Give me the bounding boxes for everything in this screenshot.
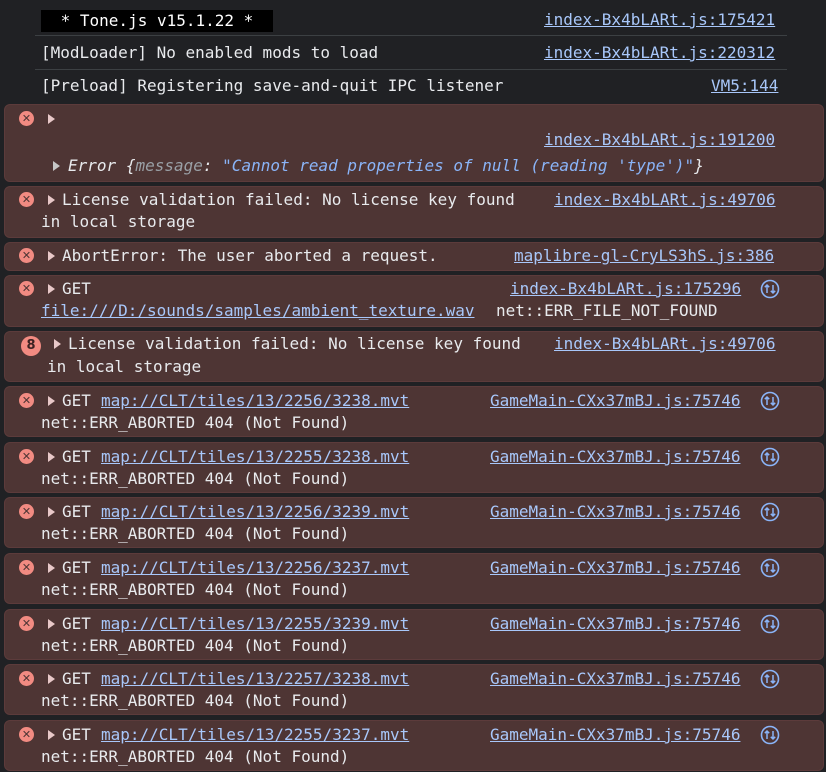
expand-triangle-icon[interactable]	[48, 195, 55, 205]
error-x-icon: ✕	[19, 111, 34, 126]
error-x-icon: ✕	[19, 616, 34, 631]
repeat-count-badge: 8	[21, 336, 41, 356]
log-source-link[interactable]: index-Bx4bLARt.js:49706	[554, 334, 776, 354]
error-message-continued: in local storage	[47, 357, 202, 376]
error-message: License validation failed: No license ke…	[62, 190, 515, 209]
log-source-link[interactable]: index-Bx4bLARt.js:220312	[544, 43, 775, 63]
request-method: GET	[62, 558, 91, 577]
log-source-link[interactable]: GameMain-CXx37mBJ.js:75746	[490, 725, 740, 745]
request-url-link[interactable]: map://CLT/tiles/13/2256/3237.mvt	[101, 558, 409, 578]
request-url-link[interactable]: map://CLT/tiles/13/2255/3239.mvt	[101, 614, 409, 634]
request-status: net::ERR_ABORTED 404 (Not Found)	[41, 469, 350, 488]
log-source-link[interactable]: index-Bx4bLARt.js:191200	[544, 130, 775, 150]
tonejs-banner: * Tone.js v15.1.22 *	[41, 10, 273, 32]
request-status: net::ERR_FILE_NOT_FOUND	[496, 301, 718, 320]
expand-triangle-icon[interactable]	[48, 563, 55, 573]
request-url-link[interactable]: map://CLT/tiles/13/2256/3238.mvt	[101, 391, 409, 411]
expand-triangle-icon[interactable]	[48, 619, 55, 629]
log-source-link[interactable]: GameMain-CXx37mBJ.js:75746	[490, 391, 740, 411]
request-status: net::ERR_ABORTED 404 (Not Found)	[41, 747, 350, 766]
request-status: net::ERR_ABORTED 404 (Not Found)	[41, 580, 350, 599]
request-url-link[interactable]: map://CLT/tiles/13/2256/3239.mvt	[101, 502, 409, 522]
error-x-icon: ✕	[19, 393, 34, 408]
expand-triangle-icon[interactable]	[54, 339, 61, 349]
request-status: net::ERR_ABORTED 404 (Not Found)	[41, 636, 350, 655]
colon: :	[202, 156, 213, 175]
brace: }	[694, 156, 704, 175]
log-source-link[interactable]: maplibre-gl-CryLS3hS.js:386	[514, 246, 774, 266]
request-status: net::ERR_ABORTED 404 (Not Found)	[41, 413, 350, 432]
error-x-icon: ✕	[19, 671, 34, 686]
request-url-link[interactable]: map://CLT/tiles/13/2255/3238.mvt	[101, 447, 409, 467]
expand-triangle-icon[interactable]	[48, 251, 55, 261]
request-method: GET	[62, 502, 91, 521]
error-x-icon: ✕	[19, 449, 34, 464]
brace: {	[125, 156, 136, 175]
error-x-icon: ✕	[19, 727, 34, 742]
request-method: GET	[62, 614, 91, 633]
log-message: [ModLoader] No enabled mods to load	[41, 43, 379, 62]
request-status: net::ERR_ABORTED 404 (Not Found)	[41, 691, 350, 710]
request-method: GET	[62, 279, 91, 298]
expand-triangle-icon[interactable]	[48, 730, 55, 740]
network-request-icon[interactable]	[760, 279, 780, 299]
expand-triangle-icon[interactable]	[48, 674, 55, 684]
log-source-link[interactable]: VM5:144	[711, 76, 778, 96]
message-value: "Cannot read properties of null (reading…	[222, 156, 695, 175]
request-url-link[interactable]: map://CLT/tiles/13/2257/3238.mvt	[101, 669, 409, 689]
error-x-icon: ✕	[19, 281, 34, 296]
request-url-link[interactable]: file:///D:/sounds/samples/ambient_textur…	[41, 301, 474, 321]
log-source-link[interactable]: GameMain-CXx37mBJ.js:75746	[490, 502, 740, 522]
log-source-link[interactable]: GameMain-CXx37mBJ.js:75746	[490, 614, 740, 634]
network-request-icon[interactable]	[760, 391, 780, 411]
request-status: net::ERR_ABORTED 404 (Not Found)	[41, 524, 350, 543]
network-request-icon[interactable]	[760, 502, 780, 522]
network-request-icon[interactable]	[760, 725, 780, 745]
network-request-icon[interactable]	[760, 558, 780, 578]
log-source-link[interactable]: GameMain-CXx37mBJ.js:75746	[490, 558, 740, 578]
error-object-preview: Error {message: "Cannot read properties …	[68, 156, 704, 176]
log-source-link[interactable]: index-Bx4bLARt.js:175421	[544, 10, 775, 30]
expand-triangle-icon[interactable]	[48, 114, 55, 124]
error-message: License validation failed: No license ke…	[68, 334, 521, 353]
error-message-continued: in local storage	[41, 212, 196, 231]
log-source-link[interactable]: GameMain-CXx37mBJ.js:75746	[490, 447, 740, 467]
request-method: GET	[62, 447, 91, 466]
request-url-link[interactable]: map://CLT/tiles/13/2255/3237.mvt	[101, 725, 409, 745]
log-source-link[interactable]: index-Bx4bLARt.js:175296	[510, 279, 741, 299]
request-method: GET	[62, 391, 91, 410]
request-method: GET	[62, 725, 91, 744]
expand-triangle-icon[interactable]	[48, 396, 55, 406]
network-request-icon[interactable]	[760, 669, 780, 689]
error-label: Error	[68, 156, 117, 175]
message-key: message	[135, 156, 203, 175]
error-x-icon: ✕	[19, 560, 34, 575]
network-request-icon[interactable]	[760, 614, 780, 634]
devtools-console: * Tone.js v15.1.22 * index-Bx4bLARt.js:1…	[0, 0, 826, 772]
log-source-link[interactable]: index-Bx4bLARt.js:49706	[554, 190, 776, 210]
error-x-icon: ✕	[19, 504, 34, 519]
expand-triangle-icon[interactable]	[48, 507, 55, 517]
expand-triangle-icon[interactable]	[53, 161, 60, 171]
request-method: GET	[62, 669, 91, 688]
error-x-icon: ✕	[19, 248, 34, 263]
error-message: AbortError: The user aborted a request.	[62, 246, 438, 265]
network-request-icon[interactable]	[760, 447, 780, 467]
expand-triangle-icon[interactable]	[48, 452, 55, 462]
log-source-link[interactable]: GameMain-CXx37mBJ.js:75746	[490, 669, 740, 689]
expand-triangle-icon[interactable]	[48, 284, 55, 294]
error-x-icon: ✕	[19, 192, 34, 207]
log-message: [Preload] Registering save-and-quit IPC …	[41, 76, 504, 95]
